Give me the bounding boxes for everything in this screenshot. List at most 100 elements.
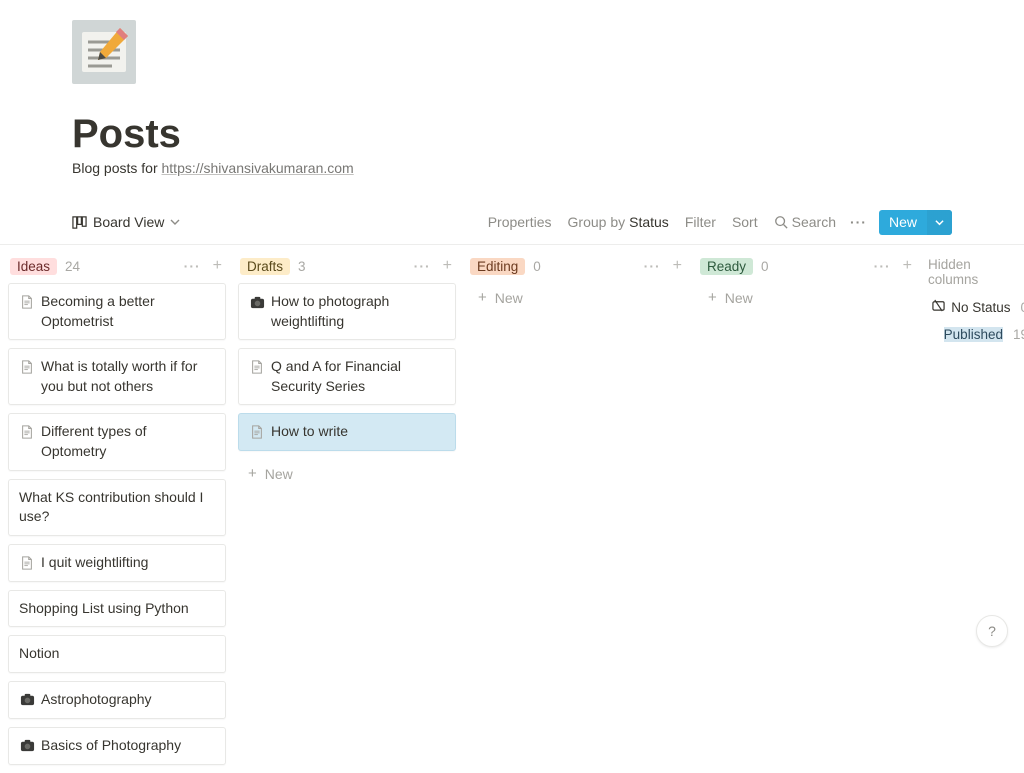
column-tag[interactable]: Ideas [10,258,57,275]
add-card-button[interactable]: + New [698,283,916,312]
search-label: Search [792,214,836,230]
group-by-prefix: Group by [568,214,626,230]
add-card-button[interactable]: + New [238,459,456,488]
column-count: 24 [65,259,80,274]
card[interactable]: Shopping List using Python [8,590,226,628]
group-by-value: Status [629,214,669,230]
board-view-icon [72,215,87,230]
more-options-button[interactable]: ··· [850,214,867,230]
memo-pencil-icon [72,20,136,84]
column-header: Ideas 24 ··· + [8,255,226,283]
column-add-button[interactable]: + [669,257,686,275]
column-options-button[interactable]: ··· [414,258,433,274]
add-card-label: New [725,290,753,306]
column-header: Ready 0 ··· + [698,255,916,283]
page-icon [19,422,35,442]
card-title: Different types of Optometry [41,422,215,461]
hidden-columns-title: Hidden columns [928,255,1024,297]
column-ideas: Ideas 24 ··· + Becoming a better Optometrist… [8,255,226,773]
column-tag[interactable]: Editing [470,258,525,275]
column-editing: Editing 0 ··· + +New [468,255,686,312]
card[interactable]: How to photograph weightlifting [238,283,456,340]
hidden-column-label: No Status [951,300,1010,315]
chevron-down-icon [170,214,180,230]
page-title[interactable]: Posts [72,112,952,156]
sort-button[interactable]: Sort [732,214,758,230]
card-title: Astrophotography [41,690,152,710]
plus-icon: + [708,289,717,306]
new-button: New [879,210,952,235]
view-switcher-label: Board View [93,214,164,230]
page-header: Posts Blog posts for https://shivansivak… [0,0,1024,176]
hidden-column-item[interactable]: No Status 0 [932,297,1024,325]
page-icon [19,553,35,573]
column-tag[interactable]: Ready [700,258,753,275]
card[interactable]: What is totally worth if for you but not… [8,348,226,405]
card-title: What KS contribution should I use? [19,488,215,527]
add-card-button[interactable]: +New [468,283,686,312]
page-description[interactable]: Blog posts for https://shivansivakumaran… [72,160,952,176]
card-title: Shopping List using Python [19,599,189,619]
page-icon [249,357,265,377]
card[interactable]: Becoming a better Optometrist [8,283,226,340]
page-icon[interactable] [72,20,136,84]
card[interactable]: Different types of Optometry [8,413,226,470]
column-tag[interactable]: Drafts [240,258,290,275]
column-options-button[interactable]: ··· [644,258,663,274]
card-title: What is totally worth if for you but not… [41,357,215,396]
column-options-button[interactable]: ··· [184,258,203,274]
page-description-link[interactable]: https://shivansivakumaran.com [162,160,354,176]
column-count: 0 [761,259,769,274]
column-drafts: Drafts 3 ··· + How to photograph weightlifti… [238,255,456,488]
card[interactable]: What KS contribution should I use? [8,479,226,536]
camera-icon [19,690,35,710]
card[interactable]: Q and A for Financial Security Series [238,348,456,405]
camera-icon [249,292,265,312]
card-title: How to write [271,422,348,442]
new-button-dropdown[interactable] [927,210,952,235]
column-add-button[interactable]: + [899,257,916,275]
new-button-label[interactable]: New [879,210,927,235]
page-description-prefix: Blog posts for [72,160,162,176]
hidden-column-count: 19 [1013,327,1024,342]
column-options-button[interactable]: ··· [874,258,893,274]
card-title: Becoming a better Optometrist [41,292,215,331]
hidden-column-tag: Published [944,327,1003,342]
view-switcher[interactable]: Board View [72,214,180,230]
board: Ideas 24 ··· + Becoming a better Optometrist… [0,244,1024,773]
no-status-icon [932,299,945,315]
properties-button[interactable]: Properties [488,214,552,230]
card[interactable]: Basics of Photography [8,727,226,765]
chevron-down-icon [935,218,944,227]
card[interactable]: I quit weightlifting [8,544,226,582]
card-title: How to photograph weightlifting [271,292,445,331]
group-by-button[interactable]: Group by Status [568,214,669,230]
hidden-column-count: 0 [1020,300,1024,315]
column-count: 0 [533,259,541,274]
column-header: Editing 0 ··· + [468,255,686,283]
column-ready: Ready 0 ··· + + New [698,255,916,312]
add-card-label: New [495,290,523,306]
page-icon [19,357,35,377]
hidden-column-item[interactable]: Published 19 [944,325,1024,352]
card[interactable]: Notion [8,635,226,673]
add-card-label: New [265,466,293,482]
column-count: 3 [298,259,306,274]
card[interactable]: Astrophotography [8,681,226,719]
help-label: ? [988,623,996,639]
view-toolbar: Board View Properties Group by Status Fi… [0,200,1024,244]
column-add-button[interactable]: + [439,257,456,275]
search-icon [774,215,788,229]
page-icon [249,422,265,442]
card[interactable]: How to write [238,413,456,451]
column-add-button[interactable]: + [209,257,226,275]
card-title: Q and A for Financial Security Series [271,357,445,396]
hidden-columns: Hidden columns No Status 0 Published 19 [928,255,1024,352]
plus-icon: + [248,465,257,482]
camera-icon [19,736,35,756]
help-button[interactable]: ? [976,615,1008,647]
card-title: I quit weightlifting [41,553,148,573]
card-title: Basics of Photography [41,736,181,756]
filter-button[interactable]: Filter [685,214,716,230]
search-button[interactable]: Search [774,214,836,230]
